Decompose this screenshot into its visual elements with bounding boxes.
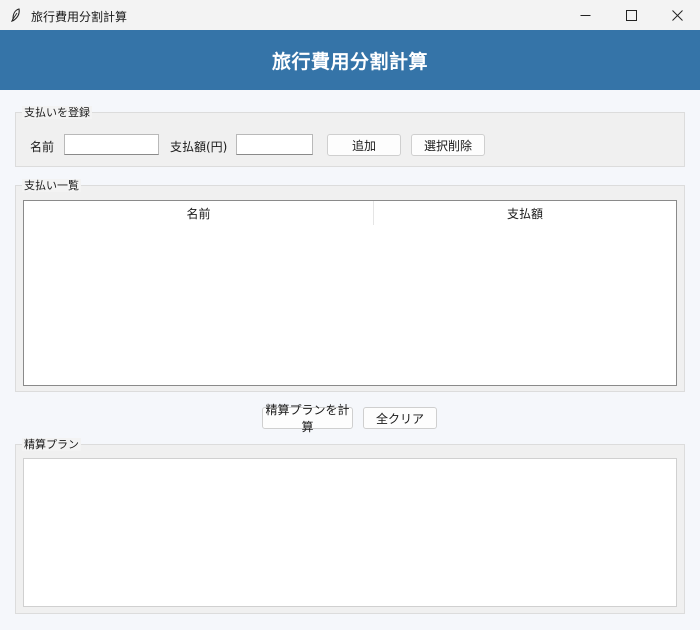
window-title: 旅行費用分割計算 [31,10,128,24]
close-icon [671,9,683,21]
close-button[interactable] [654,0,700,30]
minimize-icon [580,14,590,16]
settlement-plan-text[interactable] [23,458,677,607]
payment-list-group: 支払い一覧 名前 支払額 [15,179,685,392]
register-payment-group: 支払いを登録 名前 支払額(円) 追加 選択削除 [15,106,685,167]
column-header-name[interactable]: 名前 [24,201,374,225]
name-label: 名前 [30,140,55,154]
plan-group-label: 精算プラン [22,438,81,451]
minimize-button[interactable] [562,0,608,30]
name-input[interactable] [64,134,159,155]
amount-label: 支払額(円) [170,140,228,154]
clear-all-button[interactable]: 全クリア [363,407,437,429]
calculate-plan-button[interactable]: 精算プランを計算 [262,403,353,434]
list-group-label: 支払い一覧 [22,179,81,192]
add-button[interactable]: 追加 [327,134,401,156]
maximize-button[interactable] [608,0,654,30]
maximize-icon [625,9,637,21]
amount-input[interactable] [236,134,313,155]
feather-icon [10,8,20,22]
column-header-amount[interactable]: 支払額 [374,201,676,225]
header-banner: 旅行費用分割計算 [0,30,700,90]
settlement-plan-group: 精算プラン [15,438,685,614]
window-titlebar: 旅行費用分割計算 [0,0,700,30]
table-header: 名前 支払額 [24,201,676,225]
register-group-label: 支払いを登録 [22,106,92,119]
delete-selected-button[interactable]: 選択削除 [411,134,485,156]
page-title: 旅行費用分割計算 [271,50,428,73]
payment-table[interactable]: 名前 支払額 [23,200,677,386]
